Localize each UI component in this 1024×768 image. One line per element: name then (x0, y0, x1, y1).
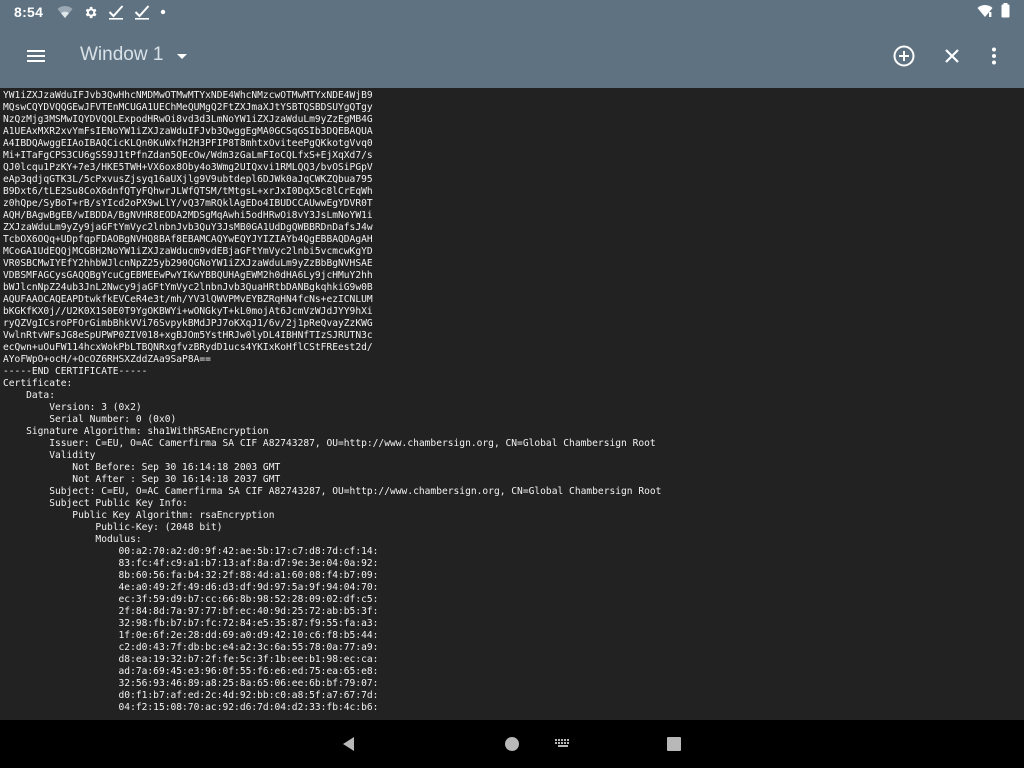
terminal-line: A4IBDQAwggEIAoIBAQCicKLQn0KuWxfH2H3PFIP8… (3, 138, 373, 149)
terminal-line: Subject: C=EU, O=AC Camerfirma SA CIF A8… (49, 486, 662, 497)
status-time: 8:54 (14, 4, 44, 20)
terminal-line: VwlnRtvWFsJG8eSpUPWP0ZIV018+xgBJOm5YstHR… (3, 330, 373, 341)
terminal-line: 1f:0e:6f:2e:28:dd:69:a0:d9:42:10:c6:f8:b… (118, 630, 379, 641)
terminal-line: 32:56:93:46:89:a8:25:8a:65:06:ee:6b:bf:7… (118, 678, 379, 689)
terminal-line: TcbOX6OQq+UDpfqpFDAOBgNVHQ8BAf8EBAMCAQYw… (3, 234, 373, 245)
home-icon[interactable] (500, 732, 524, 756)
terminal-line: ad:7a:69:45:e3:96:0f:55:f6:e6:ed:75:ea:6… (118, 666, 379, 677)
terminal-line: Not Before: Sep 30 16:14:18 2003 GMT (72, 462, 281, 473)
terminal-line: Version: 3 (0x2) (49, 402, 142, 413)
terminal-line: AYoFWpO+ocH/+OcOZ6RHSXZddZAa9SaP8A== (3, 354, 211, 365)
terminal-line: 83:fc:4f:c9:a1:b7:13:af:8a:d7:9e:3e:04:0… (118, 558, 379, 569)
terminal-line: AQH/BAgwBgEB/wIBDDA/BgNVHR8EODA2MDSgMqAw… (3, 210, 373, 221)
terminal-line: VDBSMFAGCysGAQQBgYcuCgEBMEEwPwYIKwYBBQUH… (3, 270, 373, 281)
terminal-line: NzQzMjg3MSMwIQYDVQQLExpodHRwOi8vd3d3LmNo… (3, 114, 373, 125)
terminal-line: Certificate: (3, 378, 73, 389)
app-bar: Window 1 (0, 24, 1024, 88)
status-notification-icons (57, 4, 166, 20)
terminal-line: z0hQpe/SyBoT+rB/sYIcd2oPX9wLlY/vQ37mRQkl… (3, 198, 373, 209)
terminal-line: Signature Algorithm: sha1WithRSAEncrypti… (26, 426, 269, 437)
terminal-line: Data: (26, 390, 55, 401)
terminal-line: Public Key Algorithm: rsaEncryption (72, 510, 275, 521)
terminal-line: YW1iZXJzaWduIFJvb3QwHhcNMDMwOTMwMTYxNDE4… (3, 90, 373, 101)
terminal-line: bKGKfKX0j//U2K0X1S0E0T9YgOKBWYi+wONGkyT+… (3, 306, 373, 317)
more-vert-icon[interactable] (980, 42, 1008, 70)
status-bar: 8:54 (0, 0, 1024, 24)
terminal-line: Subject Public Key Info: (49, 498, 188, 509)
terminal-line: Serial Number: 0 (0x0) (49, 414, 177, 425)
terminal-line: Not After : Sep 30 16:14:18 2037 GMT (72, 474, 281, 485)
add-circle-icon[interactable] (890, 42, 918, 70)
navigation-bar (0, 720, 1024, 768)
terminal-line: Modulus: (95, 534, 142, 545)
terminal-line: B9Dxt6/tLE2Su8CoX6dnfQTyFQhwrJLWfQTSM/tM… (3, 186, 373, 197)
close-icon[interactable] (938, 42, 966, 70)
terminal-line: MCoGA1UdEQQjMCGBH2NoYW1iZXJzaWducm9vdEBj… (3, 246, 373, 257)
terminal-line: ryQZVgICsroPFOrGimbBhkVVi76SvpykBMdJPJ7o… (3, 318, 373, 329)
terminal-line: -----END CERTIFICATE----- (3, 366, 148, 377)
menu-icon[interactable] (24, 44, 48, 68)
terminal-line: Validity (49, 450, 96, 461)
check-icon (134, 4, 150, 20)
back-icon[interactable] (337, 732, 361, 756)
terminal-line: Mi+ITaFgCPS3CU6gSS9J1tPfnZdan5QEcOw/Wdm3… (3, 150, 373, 161)
battery-icon (1001, 2, 1010, 22)
terminal-line: ecQwn+uOuFW114hcxWokPbLTBQNRxgfvzBRydD1u… (3, 342, 373, 353)
recents-icon[interactable] (662, 732, 686, 756)
terminal-line: bWJlcnNpZ24ub3JnL2Nwcy9jaGFtYmVyc2lnbnJv… (3, 282, 373, 293)
terminal-line: 2f:84:8d:7a:97:77:bf:ec:40:9d:25:72:ab:b… (118, 606, 379, 617)
terminal-line: c2:d0:43:7f:db:bc:e4:a2:3c:6a:55:78:0a:7… (118, 642, 379, 653)
terminal-line: Public-Key: (2048 bit) (95, 522, 223, 533)
terminal-line: Issuer: C=EU, O=AC Camerfirma SA CIF A82… (49, 438, 656, 449)
dot-icon (160, 9, 166, 15)
window-title[interactable]: Window 1 (80, 44, 163, 66)
terminal-line: VR0SBCMwIYEfY2hhbWJlcnNpZ25yb290QGNoYW1i… (3, 258, 373, 269)
terminal-output: YW1iZXJzaWduIFJvb3QwHhcNMDMwOTMwMTYxNDE4… (0, 88, 1024, 714)
terminal-line: ec:3f:59:d9:b7:cc:66:8b:98:52:28:09:02:d… (118, 594, 379, 605)
terminal-line: A1UEAxMXR2xvYmFsIENoYW1iZXJzaWduIFJvb3Qw… (3, 126, 373, 137)
keyboard-icon[interactable] (551, 732, 575, 756)
status-system-icons (977, 0, 1010, 24)
terminal-line: AQUFAAOCAQEAPDtwkfkEVCeR4e3t/mh/YV3lQWVP… (3, 294, 373, 305)
settings-icon (83, 5, 98, 20)
terminal-line: eAp3qdjqGTK3L/5cPxvusZjsyq16aUXjlg9V9ubt… (3, 174, 373, 185)
wifi-icon (977, 3, 993, 22)
terminal-line: MQswCQYDVQQGEwJFVTEnMCUGA1UEChMeQUMgQ2Ft… (3, 102, 373, 113)
terminal-line: ZXJzaWduLm9yZy9jaGFtYmVyc2lnbnJvb3QuY3Js… (3, 222, 373, 233)
check-icon (108, 4, 124, 20)
terminal-line: d8:ea:19:32:b7:2f:fe:5c:3f:1b:ee:b1:98:e… (118, 654, 379, 665)
dropdown-icon[interactable] (174, 48, 190, 64)
terminal-line: d0:f1:b7:af:ed:2c:4d:92:bb:c0:a8:5f:a7:6… (118, 690, 379, 701)
terminal-line: 4e:a0:49:2f:49:d6:d3:df:9d:97:5a:9f:94:0… (118, 582, 379, 593)
terminal-line: QJ0lcqu1PzKY+7e3/HKE5TWH+VX6ox8Oby4o3Wmg… (3, 162, 373, 173)
terminal-line: 32:98:fb:b7:b7:fc:72:84:e5:35:87:f9:55:f… (118, 618, 379, 629)
terminal-line: 04:f2:15:08:70:ac:92:d6:7d:04:d2:33:fb:4… (118, 702, 379, 713)
terminal-view[interactable]: YW1iZXJzaWduIFJvb3QwHhcNMDMwOTMwMTYxNDE4… (0, 88, 1024, 720)
terminal-line: 8b:60:56:fa:b4:32:2f:88:4d:a1:60:08:f4:b… (118, 570, 379, 581)
wifi-off-icon (57, 5, 73, 19)
terminal-line: 00:a2:70:a2:d0:9f:42:ae:5b:17:c7:d8:7d:c… (118, 546, 379, 557)
